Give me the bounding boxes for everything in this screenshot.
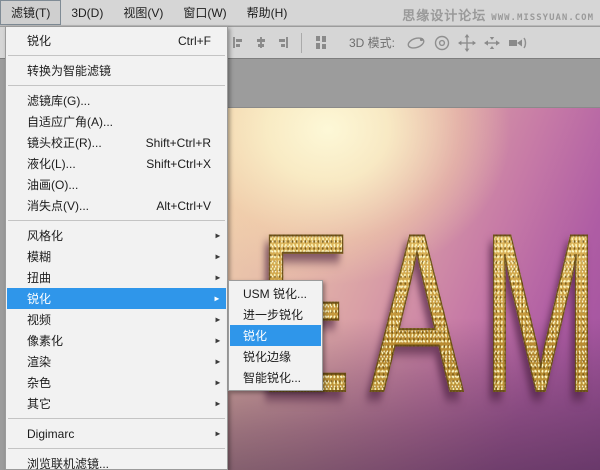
watermark: 思缘设计论坛 WWW.MISSYUAN.COM: [402, 5, 594, 24]
menu-separator: [8, 448, 225, 449]
sharpen-submenu: USM 锐化... 进一步锐化 锐化 锐化边缘 智能锐化...: [228, 280, 323, 391]
menu-item-stylize[interactable]: 风格化: [6, 225, 227, 246]
menubar-item-window[interactable]: 窗口(W): [173, 0, 236, 25]
menu-item-pixelate[interactable]: 像素化: [6, 330, 227, 351]
menu-item-lens-correction[interactable]: 镜头校正(R)... Shift+Ctrl+R: [6, 132, 227, 153]
menu-item-liquify[interactable]: 液化(L)... Shift+Ctrl+X: [6, 153, 227, 174]
menu-item-filter-gallery[interactable]: 滤镜库(G)...: [6, 90, 227, 111]
menu-separator: [8, 418, 225, 419]
watermark-site-name: 思缘设计论坛: [402, 5, 486, 24]
zoom-3d-camera-icon[interactable]: [508, 34, 528, 52]
menu-item-sharpen[interactable]: 锐化: [7, 288, 226, 309]
menu-item-render[interactable]: 渲染: [6, 351, 227, 372]
toolbar-separator: [301, 33, 302, 53]
align-right-edges-icon[interactable]: [275, 35, 290, 50]
menu-item-noise[interactable]: 杂色: [6, 372, 227, 393]
menu-bar: 滤镜(T) 3D(D) 视图(V) 窗口(W) 帮助(H) 思缘设计论坛 WWW…: [0, 0, 600, 26]
menu-item-blur[interactable]: 模糊: [6, 246, 227, 267]
menubar-item-filter[interactable]: 滤镜(T): [0, 0, 61, 25]
menu-item-digimarc[interactable]: Digimarc: [6, 423, 227, 444]
submenu-item-sharpen-edges[interactable]: 锐化边缘: [229, 346, 322, 367]
menu-item-convert-smart-filters[interactable]: 转换为智能滤镜: [6, 60, 227, 81]
submenu-item-sharpen-more[interactable]: 进一步锐化: [229, 304, 322, 325]
menubar-item-help[interactable]: 帮助(H): [237, 0, 298, 25]
menu-item-vanishing-point[interactable]: 消失点(V)... Alt+Ctrl+V: [6, 195, 227, 216]
pan-3d-camera-icon[interactable]: [458, 34, 476, 52]
watermark-url: WWW.MISSYUAN.COM: [491, 13, 594, 23]
menu-separator: [8, 55, 225, 56]
photoshop-window: 滤镜(T) 3D(D) 视图(V) 窗口(W) 帮助(H) 思缘设计论坛 WWW…: [0, 0, 600, 470]
submenu-item-smart-sharpen[interactable]: 智能锐化...: [229, 367, 322, 388]
menubar-item-3d[interactable]: 3D(D): [61, 0, 113, 25]
3d-mode-label: 3D 模式:: [349, 34, 395, 51]
align-left-edges-icon[interactable]: [231, 35, 246, 50]
align-centers-icon[interactable]: [253, 35, 268, 50]
slide-3d-camera-icon[interactable]: [483, 34, 501, 52]
submenu-item-usm-sharpen[interactable]: USM 锐化...: [229, 283, 322, 304]
menu-item-sharpen-repeat[interactable]: 锐化 Ctrl+F: [6, 30, 227, 51]
orbit-3d-camera-icon[interactable]: [406, 34, 426, 52]
menu-item-video[interactable]: 视频: [6, 309, 227, 330]
submenu-item-sharpen[interactable]: 锐化: [230, 325, 321, 346]
menu-item-browse-filters-online[interactable]: 浏览联机滤镜...: [6, 453, 227, 470]
roll-3d-camera-icon[interactable]: [433, 34, 451, 52]
menu-item-distort[interactable]: 扭曲: [6, 267, 227, 288]
distribute-icon[interactable]: [313, 35, 328, 50]
filter-menu-dropdown: 锐化 Ctrl+F 转换为智能滤镜 滤镜库(G)... 自适应广角(A)... …: [5, 26, 228, 470]
menu-separator: [8, 220, 225, 221]
menu-item-oil-paint[interactable]: 油画(O)...: [6, 174, 227, 195]
menu-separator: [8, 85, 225, 86]
menu-item-other[interactable]: 其它: [6, 393, 227, 414]
menu-item-adaptive-wide-angle[interactable]: 自适应广角(A)...: [6, 111, 227, 132]
menubar-item-view[interactable]: 视图(V): [113, 0, 173, 25]
